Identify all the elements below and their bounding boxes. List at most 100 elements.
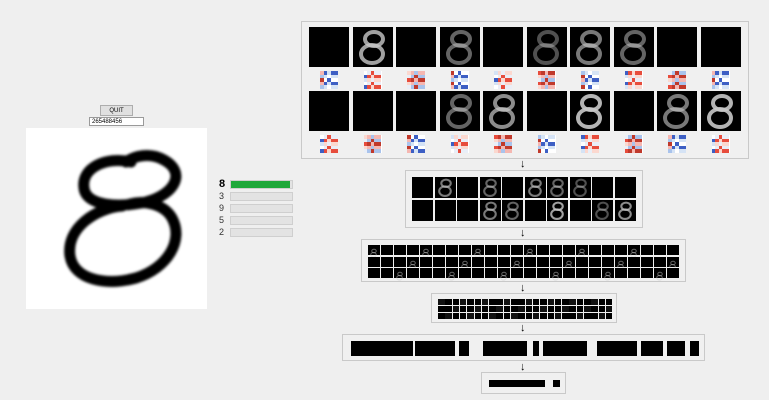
input-digit-canvas[interactable] [26,128,207,309]
feature-map [532,313,540,319]
feature-map [700,27,741,67]
conv2-panel [405,170,643,228]
feature-map [438,313,445,319]
feature-map [407,245,419,255]
feature-map [396,27,436,67]
kernel-heatmap [407,135,425,153]
feature-map [615,245,627,255]
feature-map [602,256,614,267]
kernel-cell [595,85,599,89]
prediction-digit: 8 [219,178,226,190]
kernel-heatmap [363,135,382,153]
prediction-bar [230,215,293,225]
kernel-heatmap [494,135,512,153]
feature-map [352,91,393,131]
feature-map [445,299,452,305]
feature-map [554,299,562,305]
kernel-cell [682,85,686,89]
kernel-cell [638,149,643,153]
feature-map [459,299,467,305]
feature-map [457,177,478,198]
dense-unit-segment [459,341,469,356]
feature-map [537,256,549,267]
kernel-heatmap [320,71,338,89]
feature-map [613,27,654,67]
feature-map [592,200,613,221]
feature-map [412,200,433,221]
digit-drawing [64,150,182,287]
kernel-cell [725,149,730,153]
kernel-heatmap [450,135,469,153]
prediction-bar [230,227,293,237]
feature-map [550,268,562,281]
feature-map [459,268,471,278]
feature-map [540,299,547,305]
prediction-digit: 5 [219,215,225,225]
feature-map [452,299,460,305]
feature-map [481,299,489,305]
feature-map [589,256,601,267]
prediction-item: 9 [219,202,293,214]
feature-map [576,256,588,267]
dense-unit-segment [351,341,413,356]
dense-unit-segment [493,341,527,356]
prediction-item: 5 [219,214,293,226]
feature-map [605,299,613,305]
feature-map [439,27,480,67]
dense-unit-segment [483,341,493,356]
feature-map [503,313,511,319]
feature-map [459,306,467,312]
feature-map [525,299,533,305]
feature-map [526,91,567,131]
feature-map [700,91,741,131]
feature-map [472,268,484,278]
feature-map [457,200,478,221]
feature-map [503,306,511,312]
feature-map [591,313,598,319]
feature-map [518,299,525,305]
kernel-cell [377,85,382,89]
kernel-heatmap [494,71,512,89]
seed-input[interactable]: 265488456 [89,117,144,126]
feature-map [472,245,484,258]
prediction-digit: 2 [219,227,225,237]
feature-map [547,313,554,319]
dense-unit-segment [667,341,685,356]
feature-map [309,27,349,67]
feature-map [562,299,569,305]
quit-button[interactable]: QUIT [100,105,133,116]
feature-map [479,200,501,221]
feature-map [498,268,510,281]
kernel-heatmap [624,135,643,153]
kernel-cell [377,149,382,153]
feature-map [591,299,598,305]
prediction-digit: 9 [219,203,225,213]
kernel-heatmap [450,71,469,89]
feature-map [602,268,614,281]
feature-map [407,256,419,269]
feature-map [489,306,496,312]
feature-map [420,268,432,278]
kernel-cell [638,85,643,89]
prediction-item: 2 [219,226,293,238]
kernel-cell [421,149,425,153]
feature-map [628,268,640,278]
feature-map [641,256,653,267]
arrow-down-icon: ↓ [520,322,526,334]
feature-map [511,299,518,305]
feature-map [352,27,393,67]
feature-map [518,313,525,319]
feature-map [496,299,503,305]
feature-map [483,91,523,131]
feature-map [489,313,496,319]
feature-map [550,256,562,267]
feature-map [381,245,393,255]
feature-map [654,245,666,255]
dense-panel [342,334,705,361]
kernel-cell [508,149,512,153]
feature-map [576,299,584,305]
dense-unit-segment [690,341,699,356]
kernel-heatmap [581,135,599,153]
feature-map [452,313,460,319]
feature-map [502,200,523,221]
